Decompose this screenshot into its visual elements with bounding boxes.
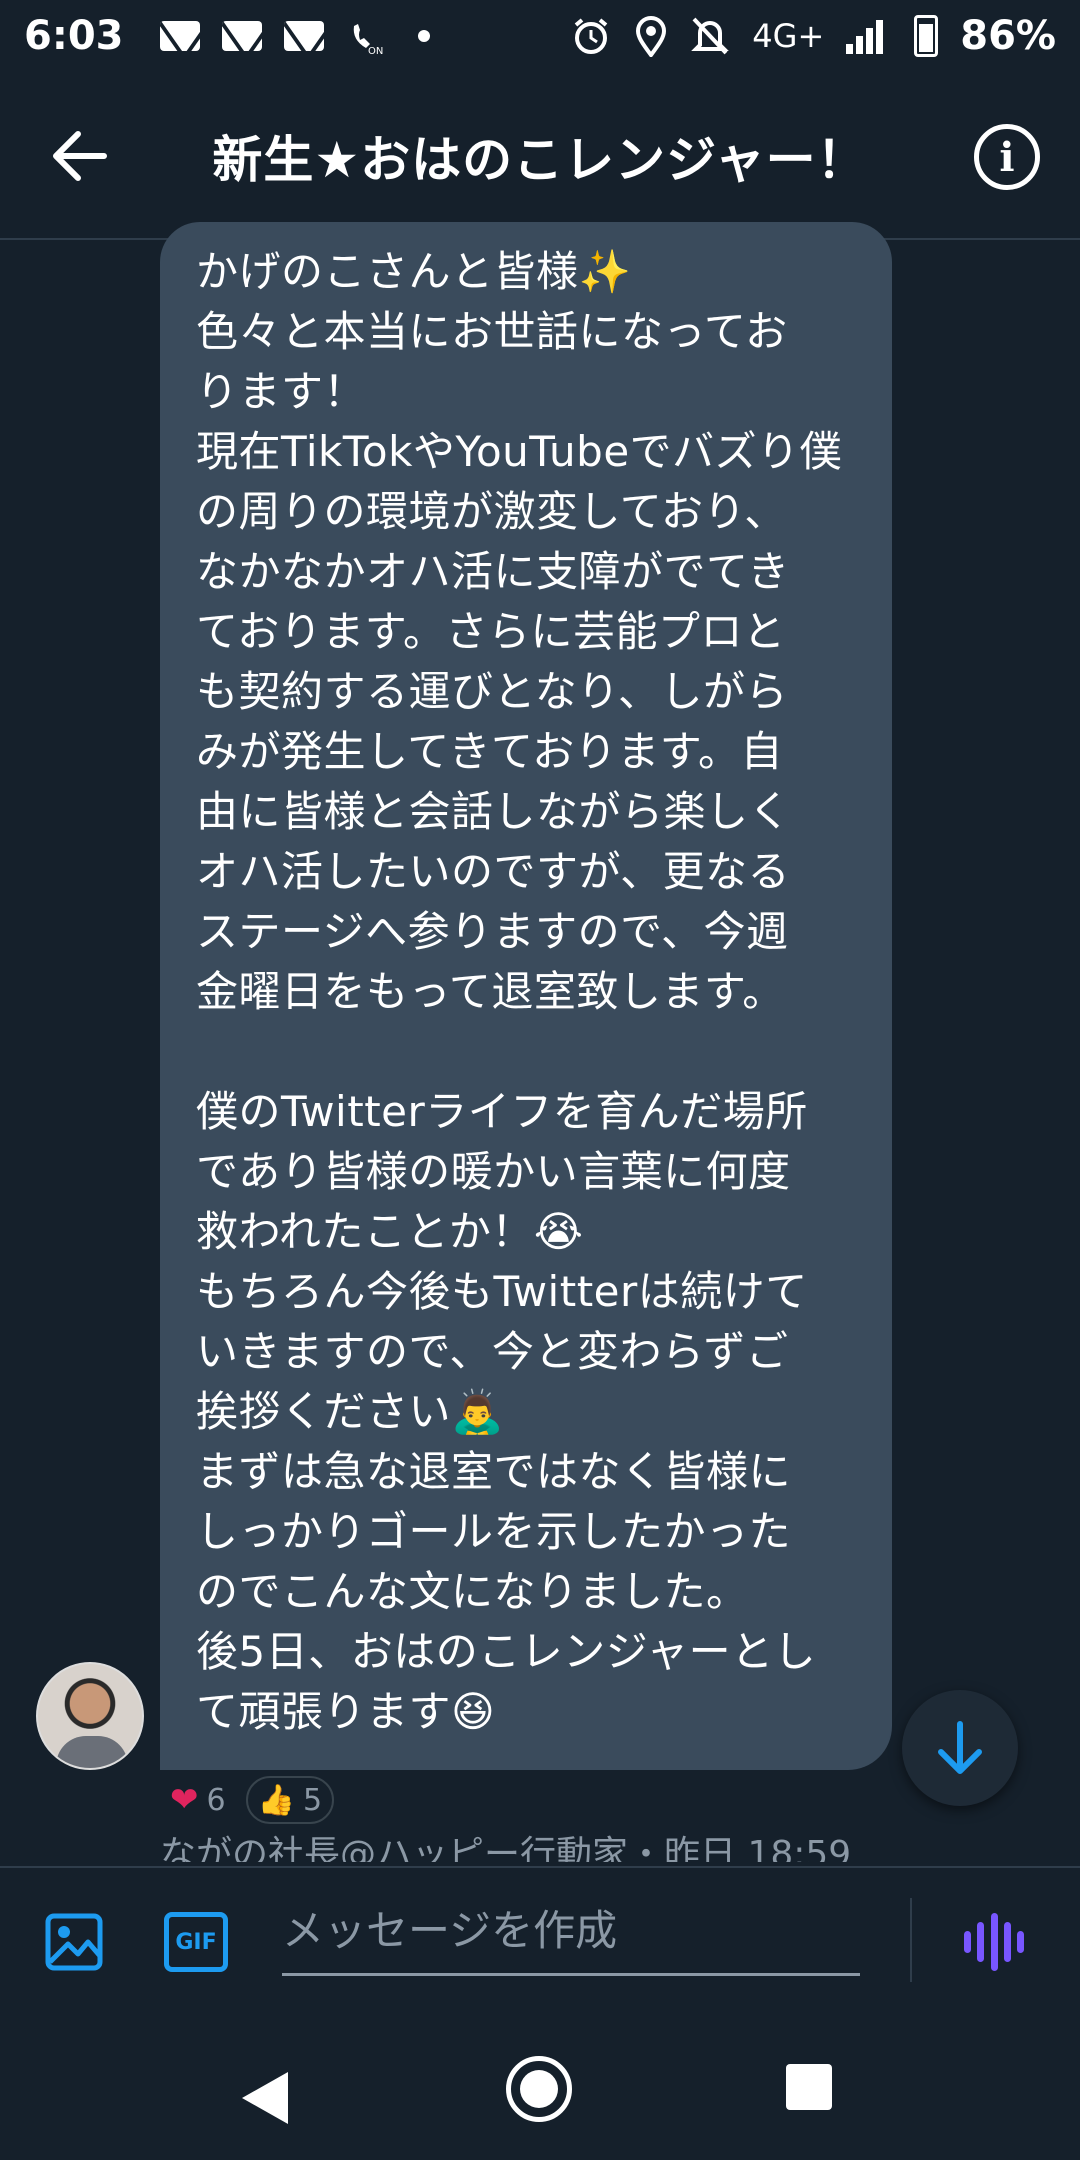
location-icon	[636, 16, 667, 57]
signal-icon	[846, 18, 892, 54]
arrow-left-icon[interactable]	[50, 128, 110, 184]
thumb-count: 5	[302, 1782, 323, 1818]
message-line: 現在TikTokやYouTubeでバズり僕	[196, 427, 843, 476]
message-line: 僕のTwitterライフを育んだ場所	[196, 1087, 808, 1136]
network-label: 4G+	[752, 17, 825, 55]
alarm-icon	[575, 18, 608, 54]
message-line: 由に皆様と会話しながら楽しく	[196, 787, 792, 836]
message-line: なかなかオハ活に支障がでてき	[196, 547, 790, 596]
composer-divider	[910, 1898, 912, 1982]
mail-icon	[283, 21, 324, 51]
status-time: 6:03	[24, 13, 124, 59]
conversation-header: 新生★おはのこレンジャー！ i	[0, 72, 1080, 240]
status-bar: 6:03 ON 4G+ 86%	[0, 0, 1080, 72]
message-line: の周りの環境が激変しており、	[196, 487, 787, 536]
gif-button[interactable]: GIF	[164, 1912, 228, 1972]
message-line: オハ活したいのですが、更なる	[196, 847, 791, 896]
message-line: 救われたことか！😭	[196, 1207, 584, 1256]
message-line: 色々と本当にお世話になってお	[196, 307, 788, 356]
thumbs-up-icon: 👍	[257, 1782, 295, 1818]
message-line: いきますので、今と変わらずご	[196, 1327, 789, 1376]
message-line: もちろん今後もTwitterは続けて	[196, 1267, 808, 1316]
battery-icon	[914, 15, 939, 57]
dot-icon	[417, 30, 430, 42]
reactions: ❤ 6 👍 5	[160, 1776, 335, 1824]
message-line: まずは急な退室ではなく皆様に	[196, 1447, 792, 1496]
message-line: 金曜日をもって退室致します。	[196, 967, 785, 1016]
message-line: ります！	[196, 367, 367, 416]
message-line: であり皆様の暖かい言葉に何度	[196, 1147, 791, 1196]
svg-text:ON: ON	[368, 46, 383, 56]
mail-icon	[221, 21, 262, 51]
message-line: 挨拶ください🙇‍♂️	[196, 1387, 504, 1436]
image-icon[interactable]	[44, 1912, 104, 1972]
message-line: みが発生してきております。自	[196, 727, 784, 776]
message-line: 後5日、おはのこレンジャーとし	[196, 1627, 817, 1676]
heart-reaction[interactable]: ❤ 6	[160, 1776, 236, 1824]
avatar[interactable]	[36, 1662, 144, 1770]
battery-percent: 86%	[960, 13, 1056, 59]
message-line: も契約する運びとなり、しがら	[196, 667, 789, 716]
voice-message-icon[interactable]	[964, 1912, 1024, 1972]
message-line: かげのこさんと皆様✨	[196, 247, 632, 296]
conversation-title: 新生★おはのこレンジャー！	[212, 131, 868, 189]
scroll-down-button[interactable]	[902, 1690, 1018, 1806]
heart-icon: ❤	[170, 1780, 199, 1820]
message-line: しっかりゴールを示したかった	[196, 1507, 792, 1556]
mute-icon	[691, 17, 730, 55]
call-on-icon: ON	[353, 24, 383, 56]
thumbs-up-reaction[interactable]: 👍 5	[245, 1776, 335, 1824]
nav-back-icon[interactable]	[242, 2072, 288, 2124]
sender-info: ながの社長@ハッピー行動家・昨日 18:59	[160, 1834, 852, 1862]
heart-count: 6	[206, 1782, 226, 1818]
message-input[interactable]	[282, 1888, 860, 1976]
nav-recent-apps-icon[interactable]	[786, 2064, 832, 2110]
message-line: のでこんな文になりました。	[196, 1567, 749, 1616]
arrow-down-icon	[938, 1721, 982, 1774]
message-line: ステージへ参りますので、今週	[196, 907, 789, 956]
message-bubble: かげのこさんと皆様✨ 色々と本当にお世話になってお ります！ 現在TikTokやYou…	[160, 222, 892, 1770]
message-composer: GIF	[0, 1866, 1080, 2016]
nav-home-icon[interactable]	[506, 2056, 572, 2122]
mail-icon	[159, 21, 200, 51]
info-icon[interactable]: i	[974, 124, 1040, 190]
message-line: て頑張ります😆	[196, 1687, 496, 1736]
message-line: ております。さらに芸能プロと	[196, 607, 786, 656]
